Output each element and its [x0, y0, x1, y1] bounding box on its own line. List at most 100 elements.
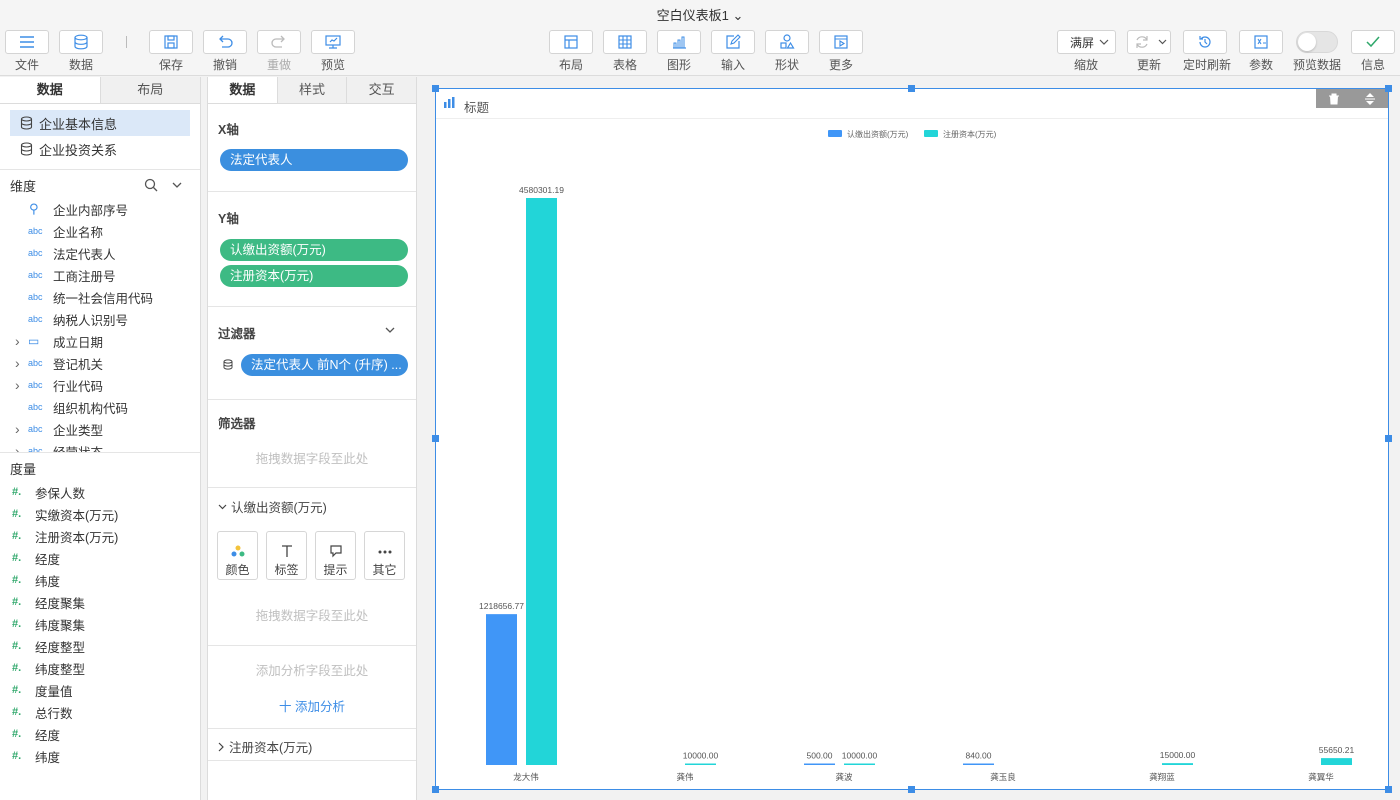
chevron-right-icon[interactable]: › [15, 377, 20, 393]
measure-field[interactable]: #. 参保人数 [0, 481, 200, 503]
resize-handle[interactable] [432, 435, 439, 442]
tab-interaction[interactable]: 交互 [346, 77, 417, 103]
dimension-field[interactable]: abc 法定代表人 [0, 242, 200, 264]
preview-button[interactable]: 预览 [311, 30, 355, 73]
color-option-button[interactable]: 颜色 [217, 531, 258, 580]
measure-title: 度量 [10, 461, 37, 477]
measure-field[interactable]: #. 注册资本(万元) [0, 525, 200, 547]
file-button[interactable]: 文件 [5, 30, 49, 73]
resize-handle[interactable] [1385, 435, 1392, 442]
analysis-drop-zone[interactable]: 添加分析字段至此处 [208, 660, 416, 679]
add-analysis-button[interactable]: 十 添加分析 [208, 696, 416, 715]
menu-icon [20, 36, 34, 48]
tab-style[interactable]: 样式 [276, 77, 347, 103]
layout-icon [564, 35, 578, 49]
x-tick-label: 龚翔蓝 [1149, 772, 1175, 782]
dimension-field[interactable]: ⚲ 企业内部序号 [0, 198, 200, 220]
measure-field[interactable]: #. 纬度 [0, 569, 200, 591]
measure-field[interactable]: #. 纬度整型 [0, 657, 200, 679]
resize-handle[interactable] [908, 85, 915, 92]
measure-field[interactable]: #. 实缴资本(万元) [0, 503, 200, 525]
measure-field[interactable]: #. 经度 [0, 547, 200, 569]
delete-button[interactable] [1316, 89, 1352, 108]
top-toolbar: 空白仪表板1 ⌄ 文件 数据 保存 撤销 重做 预览 布局 表格 图形 输入 形… [0, 0, 1400, 76]
measure-field[interactable]: #. 经度 [0, 723, 200, 745]
dimension-list: ⚲ 企业内部序号 abc 企业名称 abc 法定代表人 abc 工商注册号 abc 统一社会信用代… [0, 198, 200, 452]
selector-drop-zone[interactable]: 拖拽数据字段至此处 [208, 448, 416, 467]
check-icon [1366, 36, 1380, 48]
resize-handle[interactable] [432, 85, 439, 92]
dataset-item[interactable]: 企业投资关系 [10, 136, 190, 162]
x-axis-field-pill[interactable]: 法定代表人 [220, 149, 408, 171]
timed-refresh-button[interactable]: 定时刷新 [1183, 30, 1231, 73]
save-label: 保存 [158, 58, 183, 72]
dimension-field[interactable]: abc 企业名称 [0, 220, 200, 242]
redo-button[interactable]: 重做 [257, 30, 301, 73]
y-axis-field-pill[interactable]: 认缴出资额(万元) [220, 239, 408, 261]
measure-field[interactable]: #. 经度聚集 [0, 591, 200, 613]
shape-button[interactable]: 形状 [765, 30, 809, 73]
dimension-field[interactable]: abc 组织机构代码 [0, 396, 200, 418]
dimension-field[interactable]: › abc 经营状态 [0, 440, 200, 452]
label-option-button[interactable]: 标签 [266, 531, 307, 580]
measure-field[interactable]: #. 度量值 [0, 679, 200, 701]
tab-config-data[interactable]: 数据 [208, 77, 277, 103]
chevron-right-icon[interactable]: › [15, 443, 20, 452]
chevron-down-icon[interactable] [172, 182, 182, 189]
chevron-right-icon[interactable]: › [15, 355, 20, 371]
tooltip-option-button[interactable]: 提示 [315, 531, 356, 580]
tab-data[interactable]: 数据 [0, 77, 100, 103]
number-type-icon: #. [12, 486, 22, 498]
number-type-icon: #. [12, 530, 22, 542]
data-button[interactable]: 数据 [59, 30, 103, 73]
dataset-item[interactable]: 企业基本信息 [10, 110, 190, 136]
search-icon[interactable] [144, 178, 158, 192]
zoom-select[interactable]: 满屏 [1057, 30, 1116, 54]
chevron-right-icon[interactable]: › [15, 333, 20, 349]
measure-field[interactable]: #. 经度整型 [0, 635, 200, 657]
dimension-field[interactable]: › abc 登记机关 [0, 352, 200, 374]
chevron-down-icon[interactable] [385, 327, 395, 334]
x-tick-label: 龚伟 [676, 772, 694, 782]
series-drop-zone[interactable]: 拖拽数据字段至此处 [208, 605, 416, 624]
params-button[interactable]: 参数 [1239, 30, 1283, 73]
series-section-header[interactable]: 注册资本(万元) [218, 737, 312, 756]
dimension-field[interactable]: › abc 企业类型 [0, 418, 200, 440]
resize-button[interactable] [1352, 89, 1388, 108]
dimension-field[interactable]: abc 工商注册号 [0, 264, 200, 286]
measure-field[interactable]: #. 纬度 [0, 745, 200, 767]
resize-handle[interactable] [432, 786, 439, 793]
filter-field-pill[interactable]: 法定代表人 前N个 (升序) ... [241, 354, 408, 376]
table-button[interactable]: 表格 [603, 30, 647, 73]
widget-title[interactable]: 标题 [464, 97, 489, 116]
series-section-header[interactable]: 认缴出资额(万元) [218, 497, 327, 516]
layout-button[interactable]: 布局 [549, 30, 593, 73]
more-button[interactable]: 更多 [819, 30, 863, 73]
chevron-right-icon[interactable]: › [15, 421, 20, 437]
resize-handle[interactable] [1385, 786, 1392, 793]
dimension-field[interactable]: abc 统一社会信用代码 [0, 286, 200, 308]
chart-bar [1321, 758, 1352, 765]
dimension-field[interactable]: abc 纳税人识别号 [0, 308, 200, 330]
chart-widget[interactable]: 标题 认缴出资额(万元) 注册资本(万元) 1218656.77 4580301.19… [435, 88, 1389, 790]
save-button[interactable]: 保存 [149, 30, 193, 73]
info-button[interactable]: 信息 [1351, 30, 1395, 73]
undo-button[interactable]: 撤销 [203, 30, 247, 73]
measure-field[interactable]: #. 纬度聚集 [0, 613, 200, 635]
dimension-field[interactable]: › ▭ 成立日期 [0, 330, 200, 352]
dashboard-title[interactable]: 空白仪表板1 ⌄ [0, 5, 1400, 24]
chart-bar [1162, 763, 1193, 765]
other-option-button[interactable]: 其它 [364, 531, 405, 580]
other-option-label: 其它 [372, 563, 397, 577]
preview-data-toggle[interactable] [1296, 31, 1338, 53]
measure-field[interactable]: #. 总行数 [0, 701, 200, 723]
resize-handle[interactable] [1385, 85, 1392, 92]
input-button[interactable]: 输入 [711, 30, 755, 73]
refresh-button[interactable]: 更新 [1127, 30, 1171, 73]
dimension-field[interactable]: › abc 行业代码 [0, 374, 200, 396]
filter-title: 过滤器 [218, 327, 256, 341]
y-axis-field-pill[interactable]: 注册资本(万元) [220, 265, 408, 287]
tab-layout[interactable]: 布局 [99, 77, 200, 103]
graph-button[interactable]: 图形 [657, 30, 701, 73]
resize-handle[interactable] [908, 786, 915, 793]
